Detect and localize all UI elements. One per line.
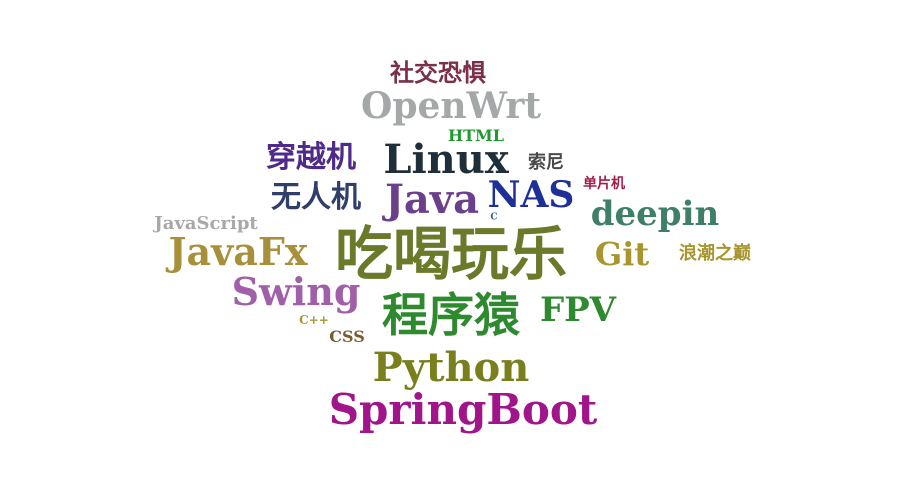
word-danpianji: 单片机 [583,176,625,192]
word-git: Git [594,235,650,273]
word-cplusplus: C++ [299,313,329,327]
word-fpv: FPV [539,290,617,330]
word-html: HTML [448,126,504,145]
word-deepin: deepin [590,194,720,234]
word-chihewanle: 吃喝玩乐 [334,220,568,288]
word-python: Python [372,344,530,391]
word-cloud: 吃喝玩乐 程序猿 SpringBoot Python Linux OpenWrt… [0,0,900,500]
word-suoni: 索尼 [528,152,564,173]
word-langchaozhidian: 浪潮之巅 [679,243,751,264]
word-c: C [490,212,498,223]
word-swing: Swing [231,269,361,314]
word-springboot: SpringBoot [328,385,598,434]
word-nas: NAS [487,174,575,216]
word-chuanyueji: 穿越机 [266,140,356,175]
word-openwrt: OpenWrt [360,85,542,127]
word-chengxuyuan: 程序猿 [382,288,520,342]
word-wurenji: 无人机 [271,180,361,215]
word-java: Java [384,176,480,223]
word-css: CSS [329,327,365,346]
word-javascript: JavaScript [154,213,258,234]
word-shejiaokongju: 社交恐惧 [390,58,486,87]
word-javafx: JavaFx [168,229,308,274]
